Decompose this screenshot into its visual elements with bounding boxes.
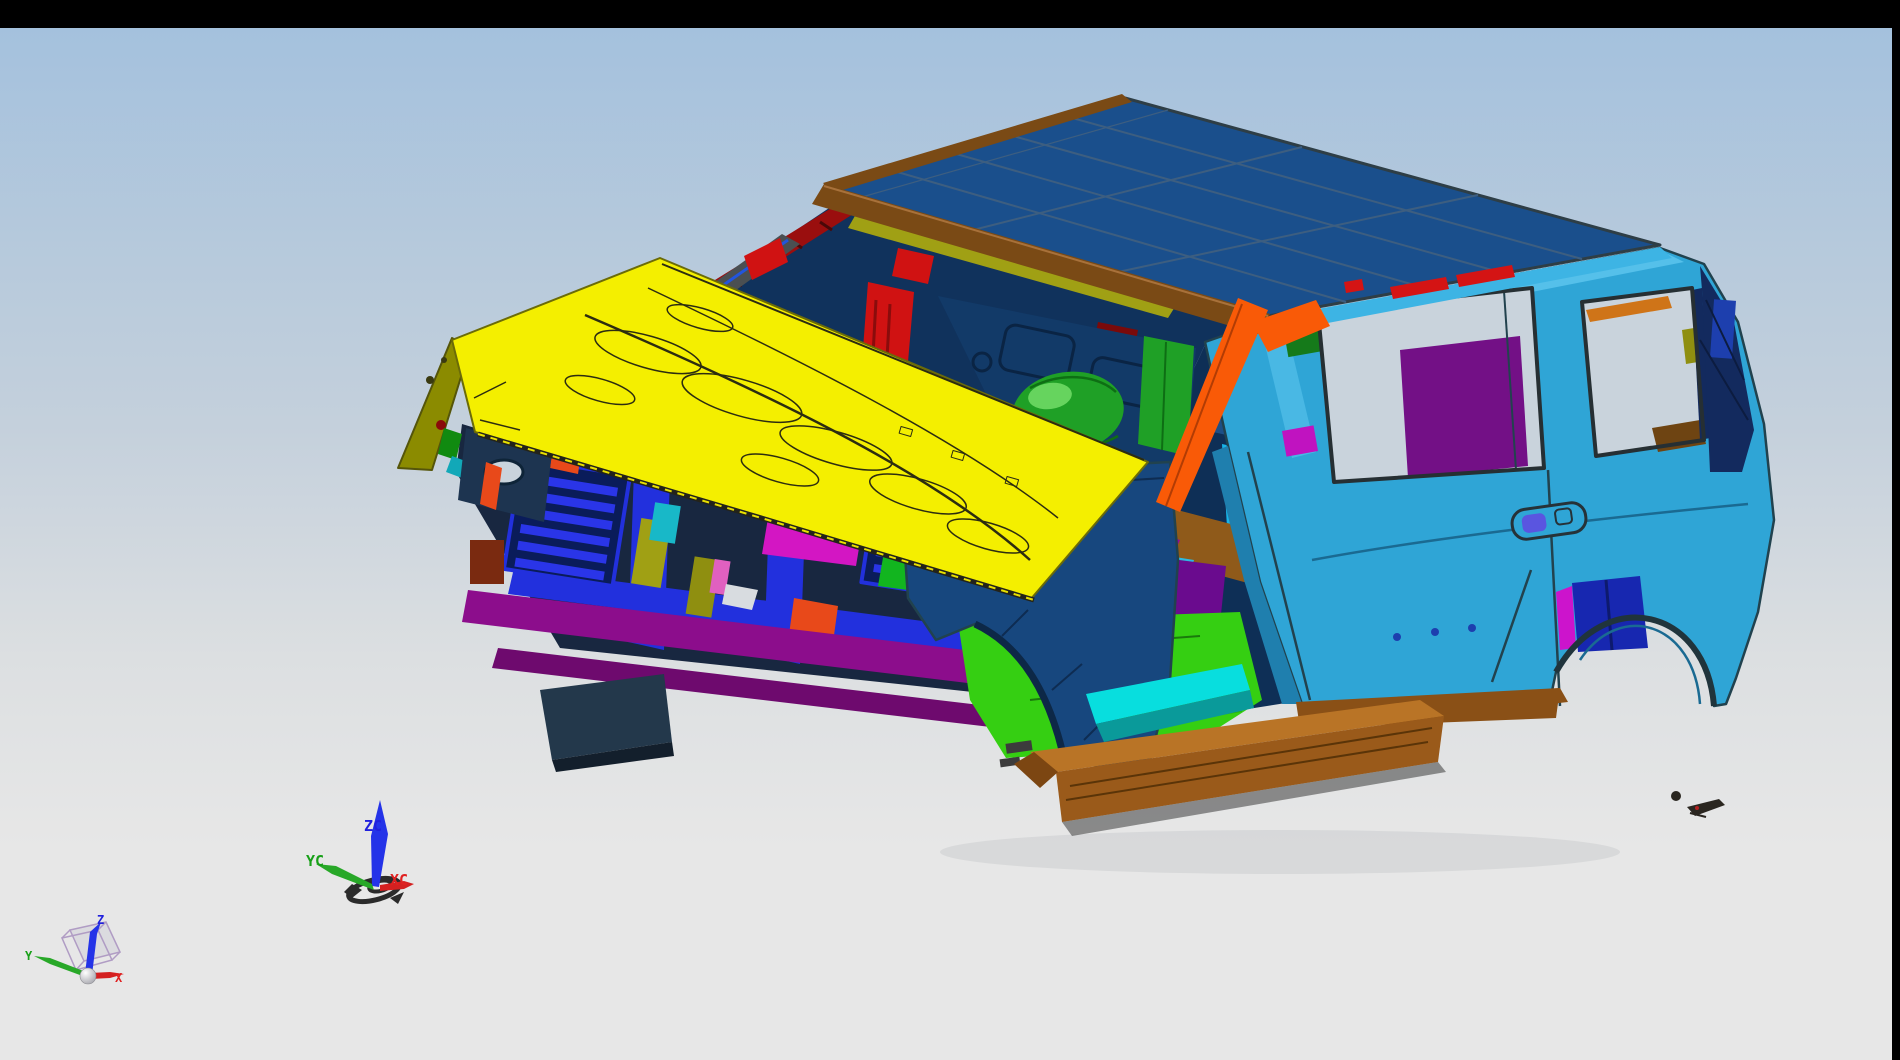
apron-hole-1: [426, 376, 434, 384]
application-window: ZC YC XC Z Y X: [0, 0, 1900, 1060]
debris-dot[interactable]: [1671, 791, 1681, 801]
handle-latch-blue: [1521, 513, 1547, 534]
csys-origin-sphere: [80, 968, 96, 984]
top-frame-bar: [0, 0, 1900, 28]
abs-x-label: X: [115, 971, 123, 985]
apron-hole-2: [441, 357, 447, 363]
graphics-viewport[interactable]: ZC YC XC Z Y X: [0, 0, 1900, 1060]
pillar-magenta-patch: [1282, 425, 1318, 456]
maroon-corner: [470, 540, 504, 584]
abs-y-label: Y: [25, 949, 33, 963]
ground-shadow: [940, 830, 1620, 874]
wcs-y-label: YC: [306, 852, 324, 870]
abs-z-label: Z: [97, 913, 104, 927]
wcs-x-label: XC: [390, 871, 408, 889]
wcs-z-label: ZC: [364, 817, 382, 835]
d-pillar-blue-patch: [1710, 299, 1736, 358]
debris-red-dot: [1695, 806, 1699, 810]
right-frame-bar: [1892, 0, 1900, 1060]
